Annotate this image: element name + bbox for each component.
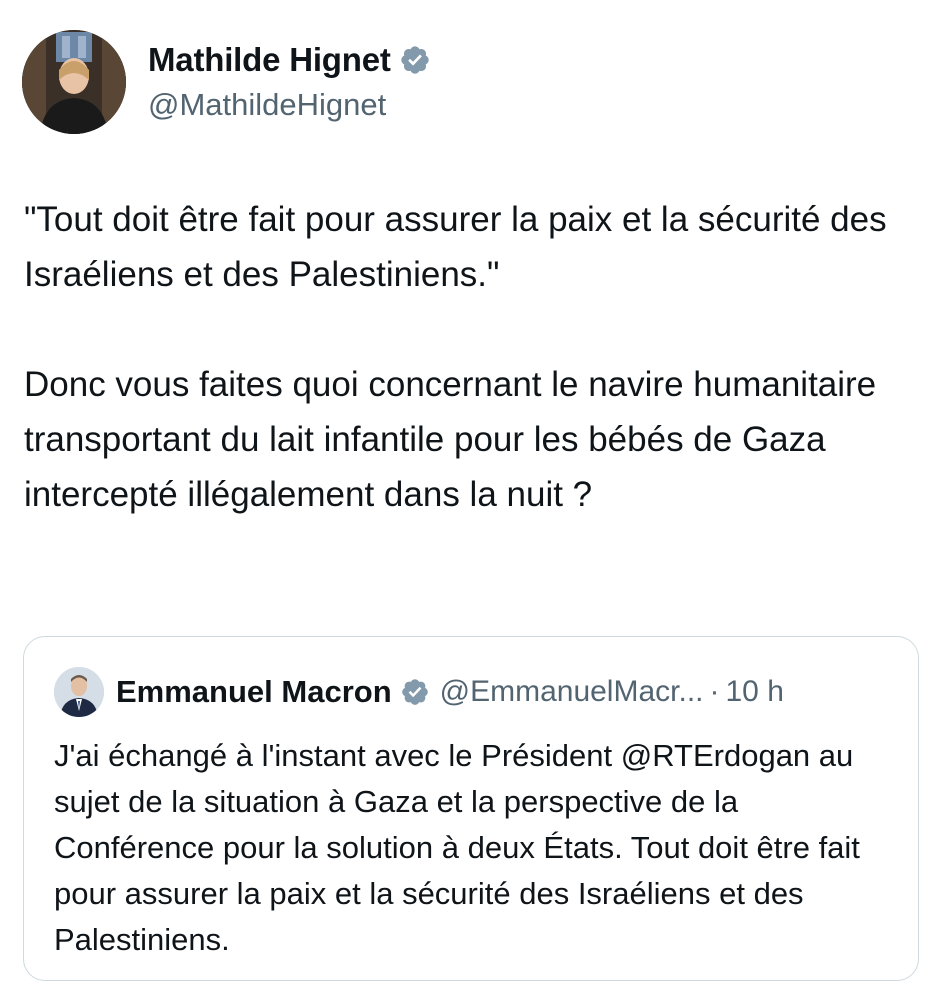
author-avatar[interactable]	[22, 30, 126, 134]
quoted-tweet-timestamp[interactable]: 10 h	[726, 675, 784, 709]
author-row: Mathilde Hignet @MathildeHignet	[22, 30, 431, 134]
quoted-tweet-card[interactable]: Emmanuel Macron @EmmanuelMacr... · 10 h …	[23, 636, 919, 981]
quoted-author-handle[interactable]: @EmmanuelMacr...	[440, 675, 704, 709]
tweet-paragraph: "Tout doit être fait pour assurer la pai…	[24, 200, 897, 294]
quoted-author-display-name[interactable]: Emmanuel Macron	[116, 674, 392, 710]
separator-dot: ·	[709, 675, 720, 708]
author-name-line: Mathilde Hignet	[148, 41, 431, 79]
author-handle[interactable]: @MathildeHignet	[148, 87, 431, 123]
quoted-tweet-header: Emmanuel Macron @EmmanuelMacr... · 10 h	[54, 667, 784, 717]
tweet-paragraph: Donc vous faites quoi concernant le navi…	[24, 365, 886, 514]
tweet-text: "Tout doit être fait pour assurer la pai…	[24, 192, 924, 522]
verified-badge-icon	[401, 679, 428, 705]
verified-badge-icon	[401, 46, 429, 74]
author-display-name[interactable]: Mathilde Hignet	[148, 41, 391, 79]
quoted-tweet-text: J'ai échangé à l'instant avec le Préside…	[54, 738, 860, 957]
author-meta: Mathilde Hignet @MathildeHignet	[148, 41, 431, 123]
quoted-author-avatar[interactable]	[54, 667, 104, 717]
tweet: Mathilde Hignet @MathildeHignet "Tout do…	[0, 0, 941, 1000]
